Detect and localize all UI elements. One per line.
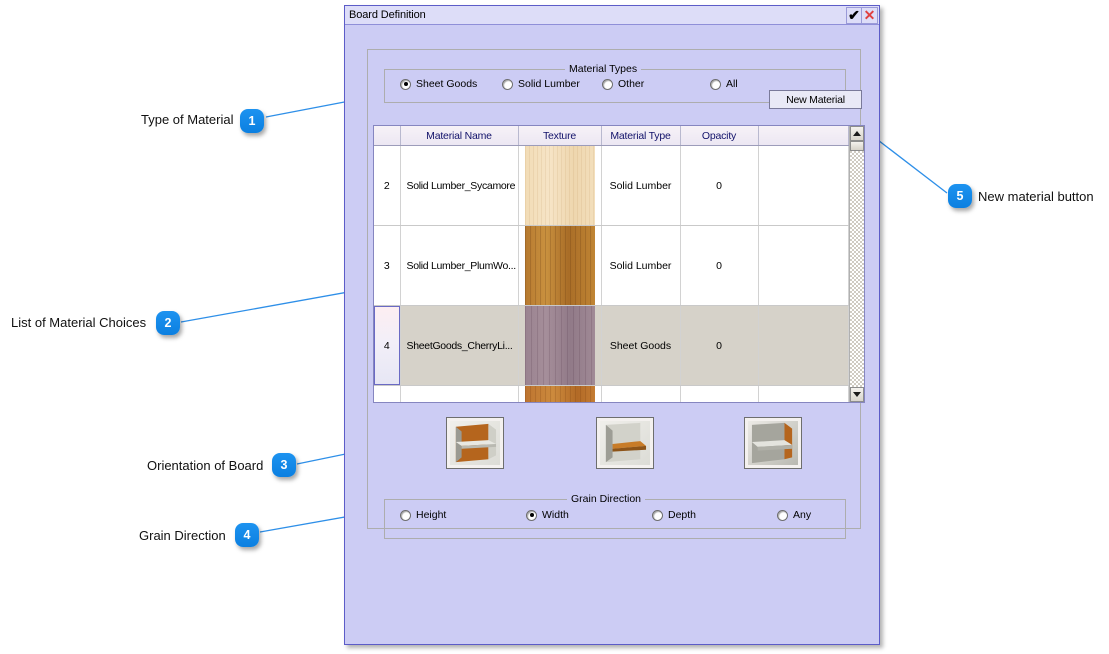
cell-texture [518,305,602,386]
table-row[interactable]: 2 Solid Lumber_Sycamore Solid Lumber 0 [374,145,849,226]
radio-grain-height-indicator[interactable] [400,509,411,521]
orientation-vertical-side-icon [751,422,793,464]
texture-swatch [524,226,595,305]
callout-badge-3[interactable]: 3 [272,453,296,477]
callout-label-3: Orientation of Board [147,458,264,473]
callout-badge-2[interactable]: 2 [156,311,180,335]
cell-opacity: 0 [680,305,759,386]
board-definition-dialog: Board Definition ✔ ✕ Material Types Shee… [344,5,880,645]
cell-filler [758,225,849,306]
material-types-legend: Material Types [565,63,642,75]
callout-badge-4[interactable]: 4 [235,523,259,547]
texture-swatch [524,146,595,225]
cell-filler [758,385,849,402]
radio-grain-depth-label: Depth [668,509,697,521]
cell-texture [518,145,602,226]
callout-label-4: Grain Direction [139,528,226,543]
radio-sheet-goods[interactable]: Sheet Goods [400,78,477,90]
radio-grain-depth-indicator[interactable] [652,509,663,521]
column-header-material-name[interactable]: Material Name [400,126,519,146]
radio-sheet-goods-label: Sheet Goods [416,78,478,90]
scroll-up-arrow-icon[interactable] [850,126,864,141]
materials-table-scrollarea: Material Name Texture Material Type Opac… [374,126,849,402]
orientation-horizontal-shelf-icon [605,422,647,463]
cell-material-name: Solid Lumber_Sycamore [400,145,519,226]
texture-swatch [524,386,595,402]
cell-filler [758,305,849,386]
radio-solid-lumber[interactable]: Solid Lumber [502,78,580,90]
scrollbar-thumb[interactable] [850,141,864,151]
table-row-selected[interactable]: 4 SheetGoods_CherryLi... Sheet Goods 0 [374,305,849,386]
scrollbar-track[interactable] [850,151,864,387]
callout-label-2: List of Material Choices [11,315,147,330]
callout-badge-1[interactable]: 1 [240,109,264,133]
cell-material-name: SheetGoods_CherryLi... [400,305,519,386]
radio-sheet-goods-indicator[interactable] [400,78,411,90]
cell-material-name: Solid Lumber_PlumWo... [400,225,519,306]
cell-opacity [680,385,759,402]
cell-texture [518,225,602,306]
grain-direction-legend: Grain Direction [567,493,646,505]
cell-material-type: Solid Lumber [601,225,681,306]
radio-grain-width[interactable]: Width [526,509,569,521]
table-vertical-scrollbar[interactable] [849,126,864,402]
table-corner-header [374,126,401,146]
radio-other[interactable]: Other [602,78,644,90]
dialog-title: Board Definition [349,9,426,21]
radio-grain-width-indicator[interactable] [526,509,537,521]
radio-solid-lumber-label: Solid Lumber [518,78,580,90]
radio-all[interactable]: All [710,78,738,90]
callout-label-5: New material button [978,189,1094,204]
radio-other-label: Other [618,78,645,90]
close-x-icon[interactable]: ✕ [862,6,878,24]
cell-filler [758,145,849,226]
cell-material-type: Solid Lumber [601,145,681,226]
orientation-horizontal-shelf-thumbnail[interactable] [596,417,654,469]
cell-material-type [601,385,681,402]
titlebar-buttons: ✔ ✕ [846,6,878,24]
materials-table[interactable]: Material Name Texture Material Type Opac… [373,125,865,403]
row-number: 4 [374,305,401,386]
radio-grain-any[interactable]: Any [777,509,811,521]
orientation-vertical-back-thumbnail[interactable] [446,417,504,469]
callout-label-1: Type of Material [141,112,234,127]
column-header-texture[interactable]: Texture [518,126,602,146]
callout-badge-5[interactable]: 5 [948,184,972,208]
row-number: 3 [374,225,401,306]
radio-all-label: All [726,78,738,90]
new-material-button[interactable]: New Material [769,90,862,109]
row-number: 2 [374,145,401,226]
table-row[interactable]: 5 [374,385,849,402]
cell-material-type: Sheet Goods [601,305,681,386]
radio-solid-lumber-indicator[interactable] [502,78,513,90]
column-header-filler [758,126,849,146]
row-number: 5 [374,385,401,402]
checkmark-icon[interactable]: ✔ [846,6,862,24]
cell-opacity: 0 [680,145,759,226]
cell-material-name [400,385,519,402]
column-header-material-type[interactable]: Material Type [601,126,681,146]
radio-grain-any-label: Any [793,509,812,521]
table-row[interactable]: 3 Solid Lumber_PlumWo... Solid Lumber 0 [374,225,849,306]
radio-grain-height-label: Height [416,509,447,521]
scroll-down-arrow-icon[interactable] [850,387,864,402]
orientation-vertical-side-thumbnail[interactable] [744,417,802,469]
cell-texture [518,385,602,402]
column-header-opacity[interactable]: Opacity [680,126,759,146]
radio-grain-any-indicator[interactable] [777,509,788,521]
dialog-titlebar: Board Definition ✔ ✕ [345,6,879,25]
radio-other-indicator[interactable] [602,78,613,90]
orientation-vertical-back-icon [455,423,497,463]
cell-opacity: 0 [680,225,759,306]
radio-all-indicator[interactable] [710,78,721,90]
radio-grain-height[interactable]: Height [400,509,446,521]
texture-swatch [524,306,595,385]
radio-grain-depth[interactable]: Depth [652,509,696,521]
radio-grain-width-label: Width [542,509,569,521]
table-header-row: Material Name Texture Material Type Opac… [374,126,849,146]
